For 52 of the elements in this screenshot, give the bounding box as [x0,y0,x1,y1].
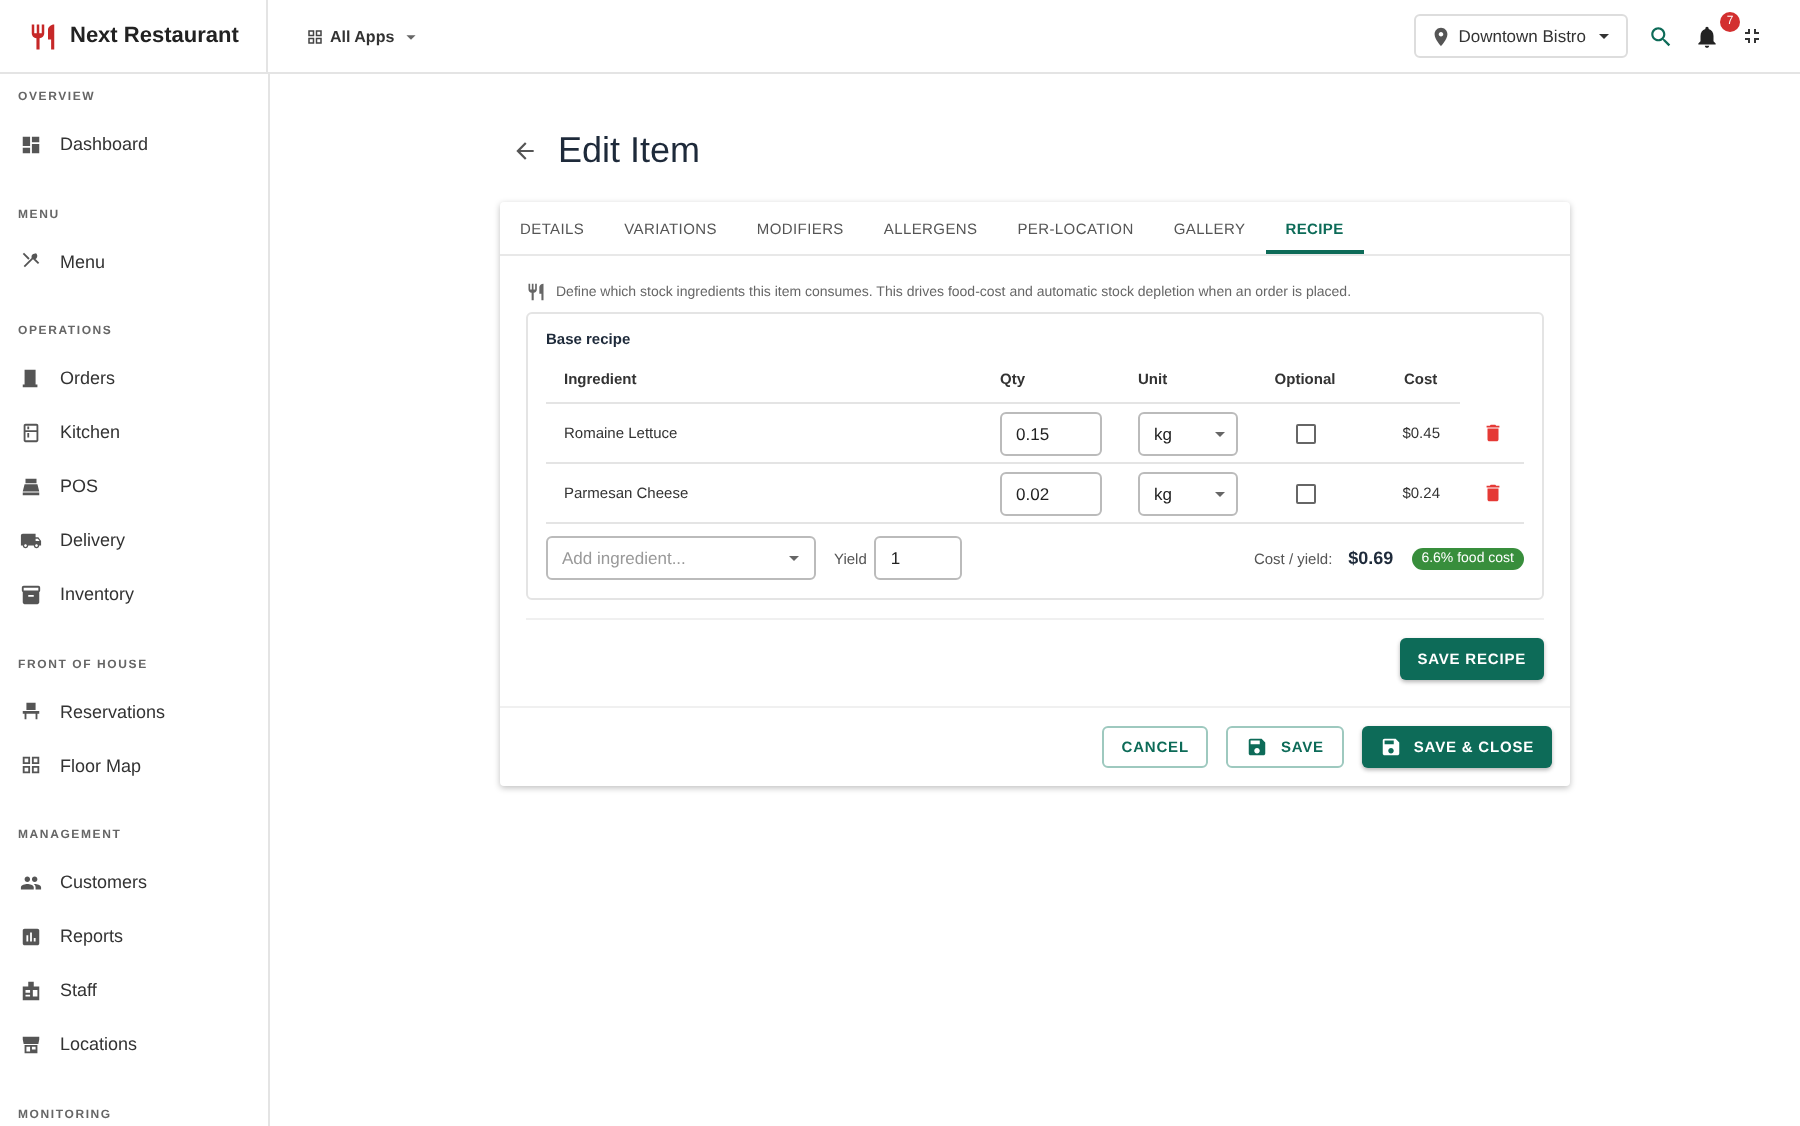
nav-item[interactable]: Kitchen [0,405,268,459]
cost-value: $0.69 [1348,548,1394,568]
fork-knife-icon [28,21,58,51]
exit-fullscreen-icon [1740,24,1764,48]
search-icon [1648,23,1674,49]
bar-chart-icon [20,925,42,947]
nav-item[interactable]: Menu [0,234,268,288]
grid-icon [306,27,324,45]
fork-spoon-icon [20,250,42,272]
nav-item[interactable]: Staff [0,963,268,1017]
optional-checkbox[interactable] [1295,423,1315,443]
exit-fullscreen-button[interactable] [1740,24,1764,48]
unit-select[interactable]: kg [1138,471,1238,515]
people-icon [20,871,42,893]
fork-knife-icon [526,282,546,302]
nav-item[interactable]: Inventory [0,567,268,621]
cash-register-icon [20,475,42,497]
bell-icon [1694,23,1720,49]
nav-item[interactable]: Floor Map [0,738,268,792]
storefront-icon [20,1033,42,1055]
truck-icon [20,529,42,551]
floor-grid-icon [20,754,42,776]
delete-button[interactable] [1481,482,1503,504]
all-apps-button[interactable]: All Apps [306,25,423,47]
notifications-button[interactable] [1694,23,1720,49]
chair-icon [20,700,42,722]
nav-item[interactable]: Customers [0,855,268,909]
location-selector[interactable]: Downtown Bistro [1414,14,1628,58]
nav-item[interactable]: Reservations [0,684,268,738]
nav-item[interactable]: Locations [0,1017,268,1071]
back-arrow-icon [512,137,538,163]
trash-icon [1481,482,1503,504]
optional-checkbox[interactable] [1295,483,1315,503]
archive-box-icon [20,583,42,605]
qty-field[interactable]: 0.02 [1000,471,1102,515]
nav-item[interactable]: Reports [0,909,268,963]
back-button[interactable] [512,137,538,163]
unit-select[interactable]: kg [1138,411,1238,455]
page-title: Edit Item [558,129,701,171]
nav-item[interactable]: Delivery [0,513,268,567]
nav-item[interactable]: POS [0,459,268,513]
yield-field[interactable]: 1 [874,536,963,580]
dashboard-icon [20,133,42,155]
search-button[interactable] [1648,23,1674,49]
fridge-icon [20,421,42,443]
delete-button[interactable] [1481,422,1503,444]
location-pin-icon [1430,25,1453,47]
nav-item[interactable]: Orders [0,351,268,405]
qty-field[interactable]: 0.15 [1000,411,1102,455]
trash-icon [1481,422,1503,444]
app-name: Next Restaurant [70,24,239,48]
nav-item[interactable]: Dashboard [0,117,268,171]
